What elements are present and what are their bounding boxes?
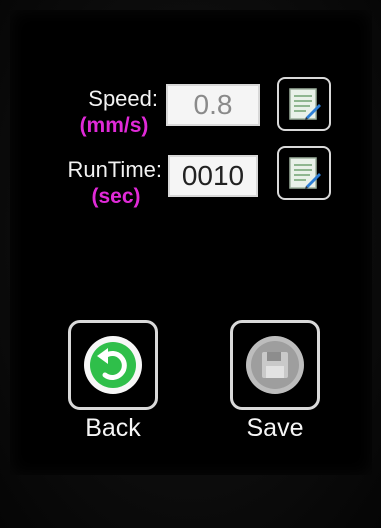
- speed-unit-label: (mm/s): [79, 114, 149, 137]
- back-button-label: Back: [85, 414, 141, 442]
- speed-value-field[interactable]: 0.8: [166, 84, 260, 126]
- edit-note-icon: [289, 157, 321, 189]
- runtime-edit-button[interactable]: [277, 146, 331, 200]
- undo-arrow-icon: [84, 336, 142, 394]
- speed-edit-button[interactable]: [277, 77, 331, 131]
- floppy-disk-icon: [246, 336, 304, 394]
- save-button[interactable]: [230, 320, 320, 410]
- save-button-label: Save: [246, 414, 304, 442]
- runtime-value-field[interactable]: 0010: [168, 155, 258, 197]
- runtime-label: RunTime:: [67, 157, 162, 182]
- speed-label: Speed:: [88, 86, 158, 111]
- runtime-unit-label: (sec): [91, 185, 141, 208]
- back-button[interactable]: [68, 320, 158, 410]
- edit-note-icon: [289, 88, 321, 120]
